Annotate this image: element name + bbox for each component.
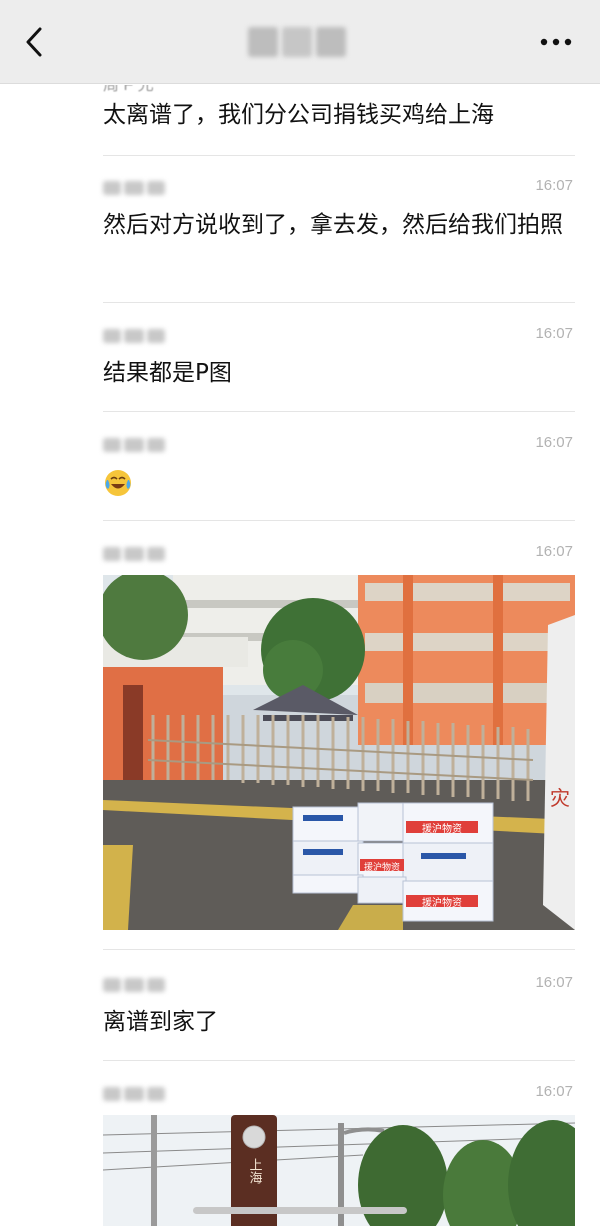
divider	[103, 411, 575, 412]
message-item: 16:07 上海	[103, 1083, 575, 1226]
message-time: 16:07	[535, 325, 573, 342]
box-label: 援沪物资	[364, 861, 400, 873]
message-text: 然后对方说收到了，拿去发，然后给我们拍照	[103, 212, 563, 238]
crying-laughing-emoji-icon	[105, 470, 131, 496]
message-time: 16:07	[535, 434, 573, 451]
message-text: 太离谱了，我们分公司捐钱买鸡给上海	[103, 102, 494, 128]
message-item: 16:07	[103, 543, 575, 933]
divider	[103, 302, 575, 303]
page-title-redacted	[248, 24, 350, 60]
sender-name-redacted	[103, 325, 167, 347]
chat-record-list[interactable]: 周 F 允 太离谱了，我们分公司捐钱买鸡给上海 16:07 然后对方说收到了，拿…	[0, 85, 600, 1226]
message-item: 周 F 允 太离谱了，我们分公司捐钱买鸡给上海	[103, 85, 575, 141]
school-gate-photo-image: 援沪物资 援沪物资 援沪物资 灾	[103, 575, 575, 930]
message-text: 离谱到家了	[103, 1009, 218, 1035]
sender-name-redacted	[103, 543, 167, 565]
message-item: 16:07	[103, 434, 575, 504]
message-time: 16:07	[535, 543, 573, 560]
divider	[103, 1060, 575, 1061]
message-item: 16:07 离谱到家了	[103, 974, 575, 1044]
sender-name-redacted	[103, 1083, 167, 1105]
message-text: 结果都是P图	[103, 360, 232, 386]
message-item: 16:07 结果都是P图	[103, 325, 575, 395]
sender-name-redacted	[103, 434, 167, 456]
sender-name-partial: 周 F 允	[103, 85, 154, 94]
sender-name-redacted	[103, 177, 167, 199]
more-icon[interactable]	[532, 26, 580, 58]
street-sign-text: 上海	[247, 1158, 263, 1184]
message-item: 16:07 然后对方说收到了，拿去发，然后给我们拍照	[103, 177, 575, 287]
sender-name-redacted	[103, 974, 167, 996]
message-time: 16:07	[535, 1083, 573, 1100]
tarp-sign: 灾	[550, 786, 570, 810]
divider	[103, 155, 575, 156]
message-time: 16:07	[535, 974, 573, 991]
chevron-left-icon[interactable]	[18, 24, 52, 60]
box-label: 援沪物资	[422, 822, 462, 835]
divider	[103, 949, 575, 950]
message-time: 16:07	[535, 177, 573, 194]
divider	[103, 520, 575, 521]
message-photo[interactable]: 援沪物资 援沪物资 援沪物资 灾	[103, 575, 575, 930]
box-label: 援沪物资	[422, 896, 462, 909]
nav-bar	[0, 0, 600, 84]
home-indicator[interactable]	[193, 1207, 407, 1214]
